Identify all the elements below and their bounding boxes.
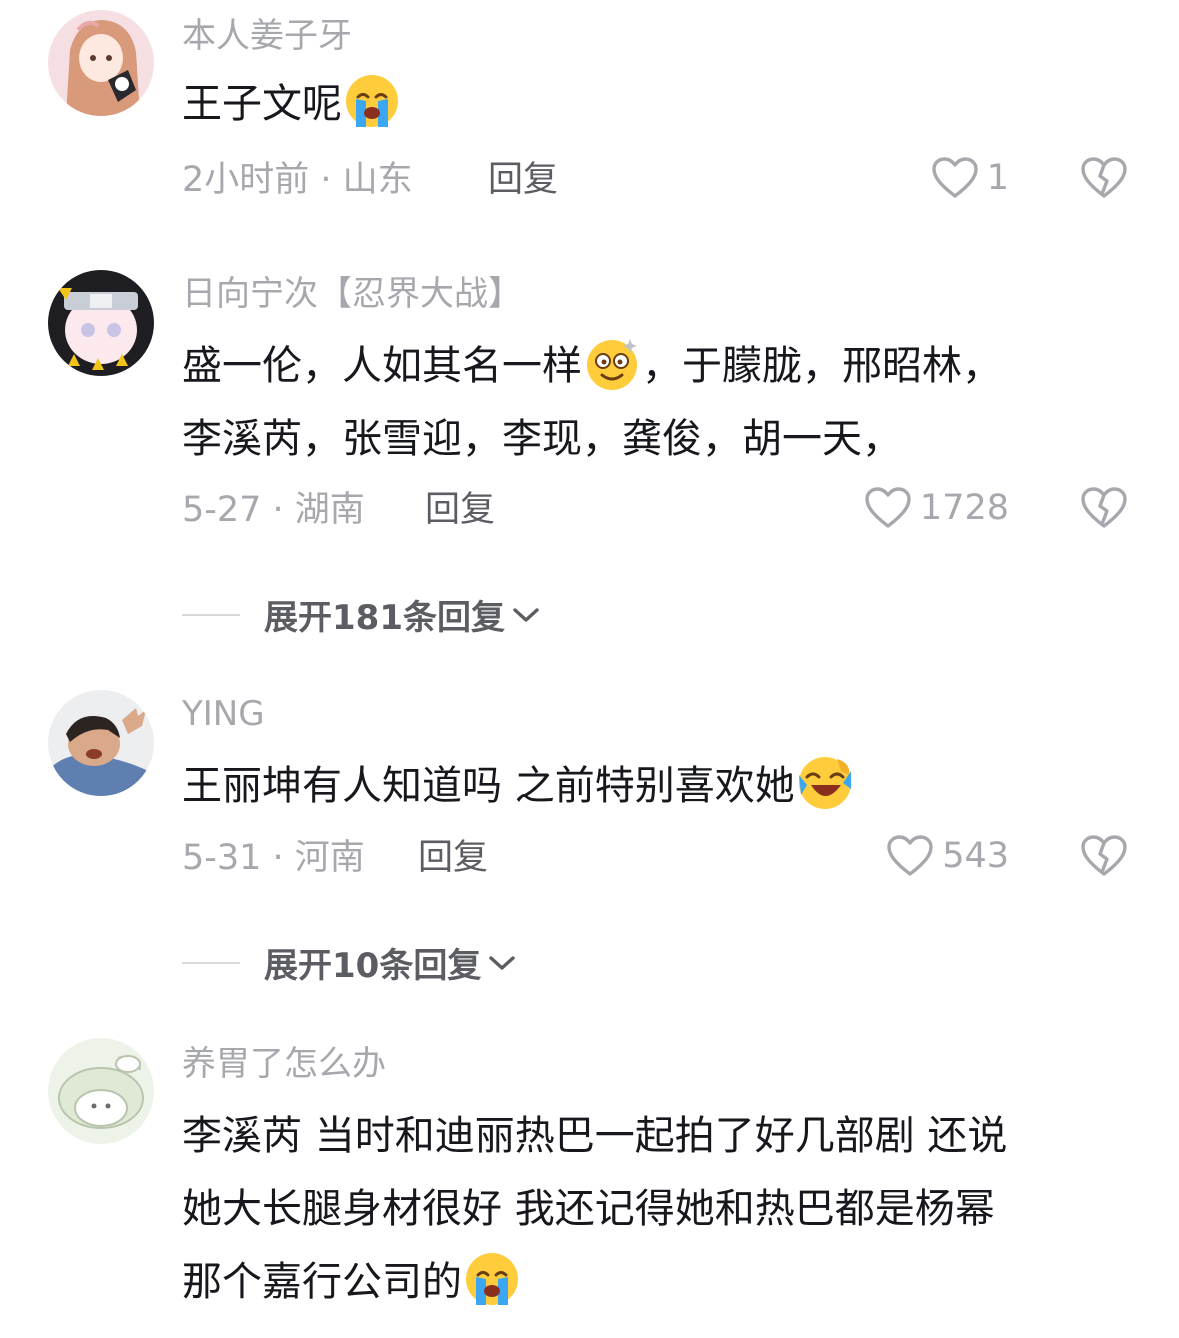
username[interactable]: 养胃了怎么办 (182, 1040, 386, 1088)
user-avatar[interactable] (48, 690, 154, 796)
cartoon-cat-avatar-image (48, 1038, 154, 1144)
loudly-crying-face-icon (346, 75, 398, 127)
divider-line (182, 613, 240, 616)
comment-time-location: 5-27 · 湖南 (182, 490, 365, 530)
user-avatar[interactable] (48, 270, 154, 376)
like-button[interactable]: 543 (886, 832, 1009, 880)
rolling-laughing-face-icon (798, 757, 851, 809)
comment-text-line: 那个嘉行公司的 (182, 1259, 462, 1305)
comment-text-part: 盛一伦，人如其名一样 (182, 343, 582, 389)
comment-text: 王丽坤有人知道吗 之前特别喜欢她 (182, 750, 1142, 823)
comment-text-line: 李溪芮，张雪迎，李现，龚俊，胡一天， (182, 416, 902, 462)
expand-replies-label: 展开181条回复 (264, 598, 505, 638)
expand-replies-button[interactable]: 展开10条回复 (182, 938, 517, 987)
selfie-avatar-image (48, 690, 154, 796)
comment-text-line: 李溪芮 当时和迪丽热巴一起拍了好几部剧 还说 (182, 1113, 1008, 1159)
like-count: 1728 (919, 488, 1009, 528)
dislike-button[interactable] (1080, 834, 1128, 878)
chevron-down-icon (513, 607, 539, 622)
comment-time-location: 5-31 · 河南 (182, 838, 365, 878)
dislike-button[interactable] (1080, 156, 1128, 200)
heart-outline-icon (865, 487, 911, 528)
username[interactable]: YING (182, 690, 265, 738)
loudly-crying-face-icon (466, 1253, 518, 1305)
comment-text: 王子文呢 (182, 68, 1142, 141)
user-avatar[interactable] (48, 10, 154, 116)
like-button[interactable]: 1728 (864, 484, 1009, 532)
like-button[interactable]: 1 (931, 154, 1009, 202)
expand-replies-label: 展开10条回复 (264, 946, 482, 986)
comment-text: 李溪芮 当时和迪丽热巴一起拍了好几部剧 还说 她大长腿身材很好 我还记得她和热巴… (182, 1100, 1142, 1319)
comment-time-location: 2小时前 · 山东 (182, 160, 413, 200)
comment-item: 养胃了怎么办 李溪芮 当时和迪丽热巴一起拍了好几部剧 还说 她大长腿身材很好 我… (0, 1030, 1179, 1338)
divider-line (182, 961, 240, 964)
ninja-avatar-image (48, 270, 154, 376)
dizzy-smiling-face-icon (587, 339, 637, 390)
comment-text-part: ，于朦胧，邢昭林， (642, 343, 1002, 389)
like-count: 543 (942, 836, 1009, 876)
broken-heart-icon (1081, 487, 1127, 528)
heart-outline-icon (887, 835, 933, 876)
username[interactable]: 本人姜子牙 (182, 12, 352, 60)
anime-girl-avatar-image (48, 10, 154, 116)
broken-heart-icon (1081, 835, 1127, 876)
heart-outline-icon (932, 157, 978, 198)
comment-text: 盛一伦，人如其名一样 ，于朦胧，邢昭林， 李溪芮，张雪迎，李现，龚俊，胡一天， (182, 330, 1142, 476)
username[interactable]: 日向宁次【忍界大战】 (182, 270, 522, 318)
comment-item: YING 王丽坤有人知道吗 之前特别喜欢她 5-31 · 河南 回复 543 展… (0, 680, 1179, 1000)
like-count: 1 (986, 158, 1009, 198)
comment-text-part: 王丽坤有人知道吗 之前特别喜欢她 (182, 763, 795, 809)
user-avatar[interactable] (48, 1038, 154, 1144)
comment-item: 本人姜子牙 王子文呢 2小时前 · 山东 回复 1 (0, 0, 1179, 220)
reply-button[interactable]: 回复 (425, 486, 495, 534)
broken-heart-icon (1081, 157, 1127, 198)
expand-replies-button[interactable]: 展开181条回复 (182, 590, 541, 639)
comment-item: 日向宁次【忍界大战】 盛一伦，人如其名一样 ，于朦胧，邢昭林， 李溪芮，张雪迎，… (0, 260, 1179, 660)
reply-button[interactable]: 回复 (418, 834, 488, 882)
reply-button[interactable]: 回复 (488, 156, 558, 204)
dislike-button[interactable] (1080, 486, 1128, 530)
chevron-down-icon (489, 955, 516, 970)
comment-text-line: 她大长腿身材很好 我还记得她和热巴都是杨幂 (182, 1186, 995, 1232)
comment-text-part: 王子文呢 (182, 81, 342, 127)
